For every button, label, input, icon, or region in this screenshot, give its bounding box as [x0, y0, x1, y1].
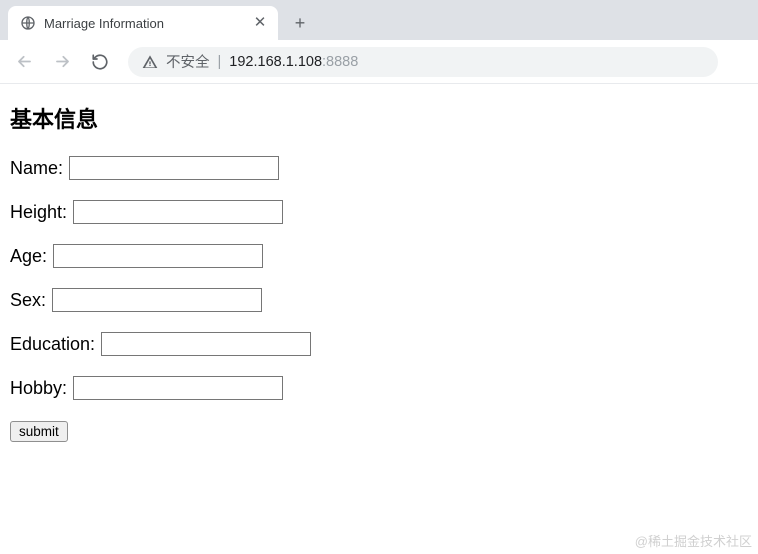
field-hobby: Hobby:: [10, 376, 748, 400]
back-button[interactable]: [8, 46, 40, 78]
url-port: :8888: [322, 54, 358, 70]
warning-icon: [142, 54, 158, 70]
url: 192.168.1.108:8888: [229, 54, 358, 70]
label-name: Name:: [10, 158, 63, 179]
divider: |: [218, 54, 222, 70]
browser-toolbar: 不安全 | 192.168.1.108:8888: [0, 40, 758, 84]
input-age[interactable]: [53, 244, 263, 268]
address-bar[interactable]: 不安全 | 192.168.1.108:8888: [128, 47, 718, 77]
submit-button[interactable]: submit: [10, 421, 68, 442]
new-tab-button[interactable]: +: [286, 9, 314, 37]
tab-title: Marriage Information: [44, 16, 244, 31]
input-sex[interactable]: [52, 288, 262, 312]
field-height: Height:: [10, 200, 748, 224]
field-name: Name:: [10, 156, 748, 180]
browser-chrome: Marriage Information ✕ + 不安全 | 192.168.1…: [0, 0, 758, 84]
input-name[interactable]: [69, 156, 279, 180]
globe-icon: [20, 15, 36, 31]
field-sex: Sex:: [10, 288, 748, 312]
label-age: Age:: [10, 246, 47, 267]
label-education: Education:: [10, 334, 95, 355]
input-hobby[interactable]: [73, 376, 283, 400]
field-education: Education:: [10, 332, 748, 356]
forward-button[interactable]: [46, 46, 78, 78]
input-education[interactable]: [101, 332, 311, 356]
watermark: @稀土掘金技术社区: [635, 531, 752, 550]
page-heading: 基本信息: [10, 102, 748, 134]
page-content: 基本信息 Name: Height: Age: Sex: Education: …: [0, 84, 758, 460]
reload-button[interactable]: [84, 46, 116, 78]
close-icon[interactable]: ✕: [252, 15, 268, 31]
label-hobby: Hobby:: [10, 378, 67, 399]
url-host: 192.168.1.108: [229, 54, 322, 70]
browser-tab[interactable]: Marriage Information ✕: [8, 6, 278, 40]
field-age: Age:: [10, 244, 748, 268]
tab-bar: Marriage Information ✕ +: [0, 0, 758, 40]
security-text: 不安全: [166, 51, 210, 72]
input-height[interactable]: [73, 200, 283, 224]
label-sex: Sex:: [10, 290, 46, 311]
label-height: Height:: [10, 202, 67, 223]
